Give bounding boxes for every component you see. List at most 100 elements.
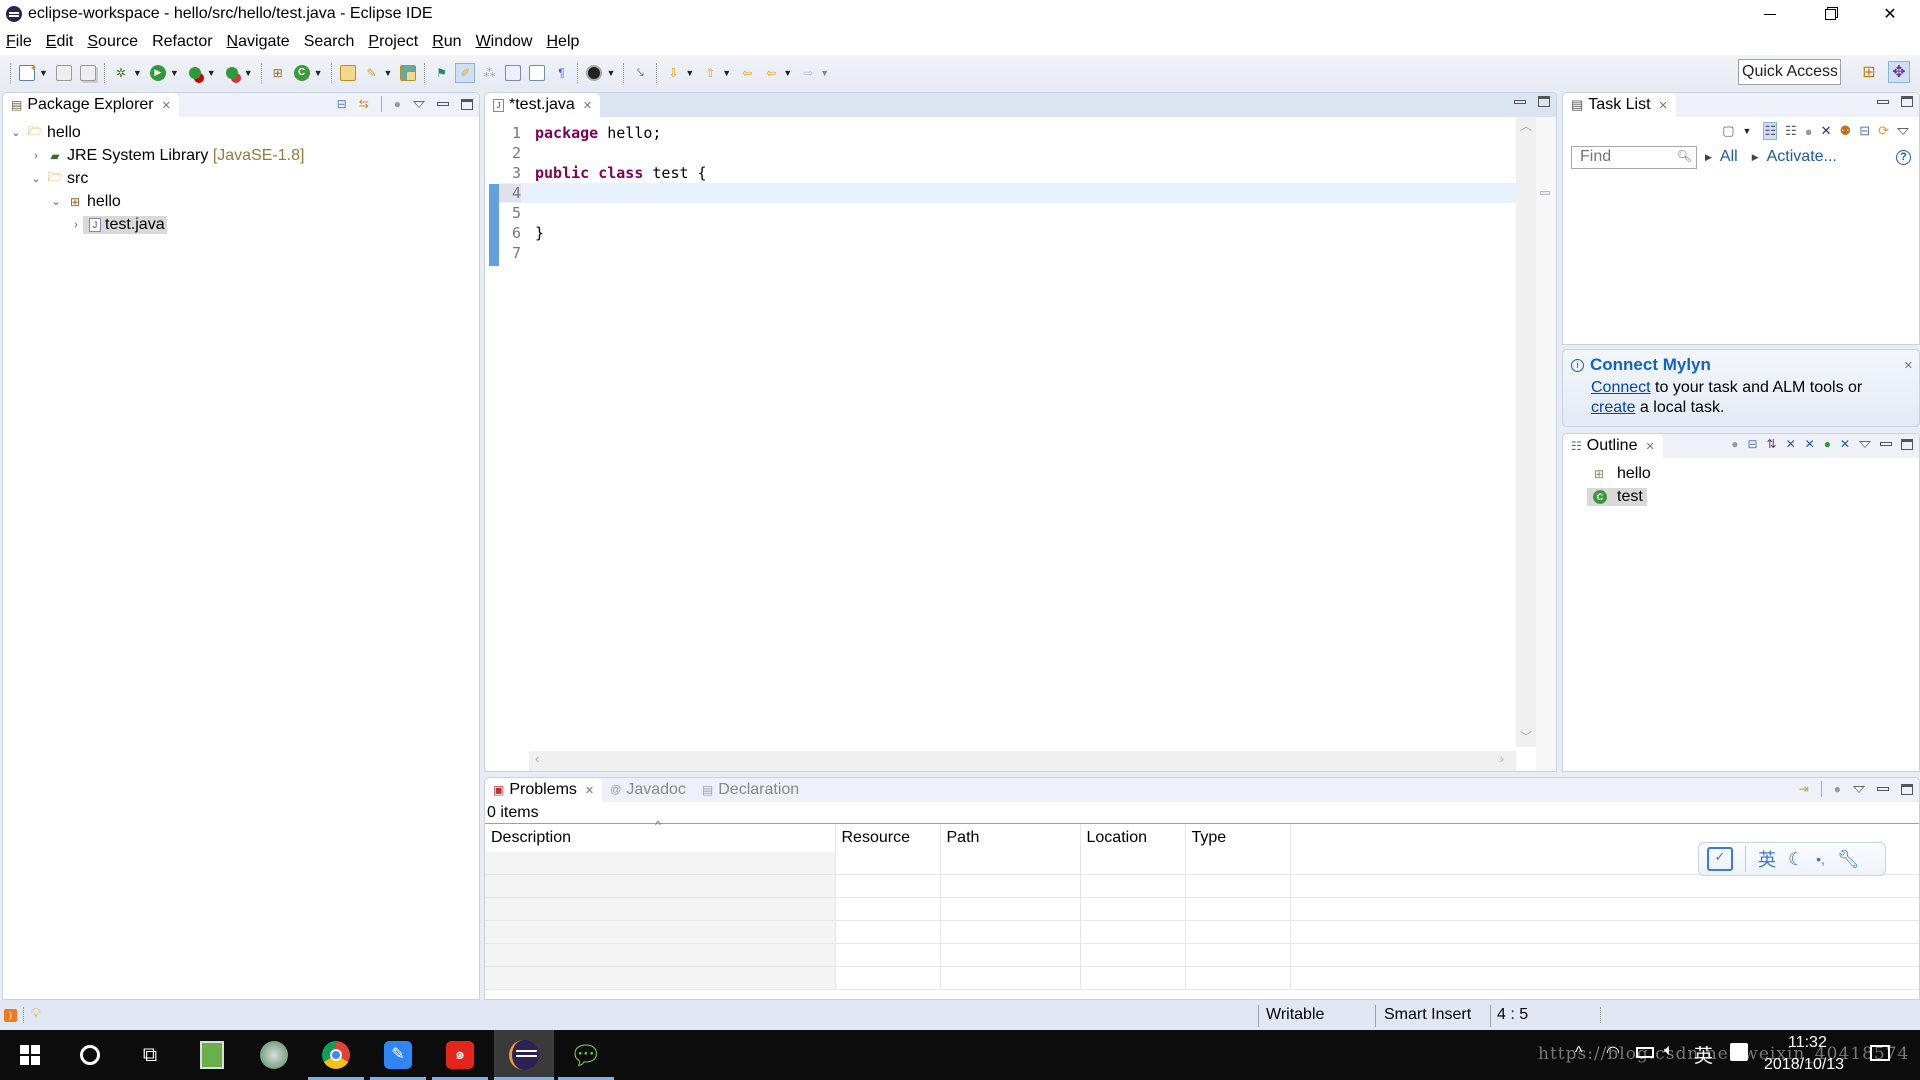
maximize-view-button[interactable] [1901, 438, 1913, 450]
previous-annotation-icon[interactable]: ⇧ [700, 63, 720, 83]
start-button[interactable] [0, 1030, 60, 1080]
tip-lightbulb-icon[interactable]: 💡︎ [31, 1005, 41, 1022]
chevron-right-icon[interactable]: › [29, 150, 43, 162]
menu-project[interactable]: Project [368, 33, 418, 51]
menu-source[interactable]: Source [87, 33, 138, 51]
hide-fields-icon[interactable]: ✕ [1786, 437, 1796, 451]
new-dropdown[interactable]: ▼ [39, 68, 48, 78]
focus-icon[interactable]: ● [1731, 437, 1738, 451]
tab-outline[interactable]: ☷ Outline ✕ [1563, 434, 1663, 458]
tab-test-java[interactable]: J *test.java ✕ [485, 93, 601, 117]
taskbar-app-wechat[interactable]: 💬︎ [556, 1030, 616, 1080]
activate-link[interactable]: Activate... [1767, 148, 1837, 166]
column-header-resource[interactable]: Resource [835, 824, 941, 852]
new-task-dropdown[interactable]: ▼ [1743, 126, 1752, 136]
ime-mode-icon[interactable]: ✓ [1707, 847, 1733, 871]
scroll-right-icon[interactable]: › [1500, 751, 1504, 766]
minimize-button[interactable] [1740, 0, 1800, 28]
ime-language-button[interactable]: 英 [1758, 846, 1776, 872]
scroll-down-icon[interactable]: ﹀ [1516, 728, 1536, 745]
toggle-mark-occurrences-icon[interactable]: ✐ [455, 62, 476, 83]
open-perspective-icon[interactable]: ⊞ [1858, 61, 1880, 83]
open-task-icon[interactable] [398, 63, 418, 83]
synchronize-icon[interactable]: ⟳ [1878, 123, 1889, 139]
new-java-package-icon[interactable]: ⊞ [268, 63, 288, 83]
menu-edit[interactable]: Edit [46, 33, 74, 51]
horizontal-scrollbar[interactable]: ‹ › [529, 751, 1516, 771]
tree-node-package-hello[interactable]: ⌄ ⊞ hello [3, 190, 479, 213]
code-line[interactable]: 2 [499, 143, 1522, 163]
help-icon[interactable]: ? [1896, 149, 1911, 165]
vertical-scrollbar[interactable]: ︿ ﹀ [1516, 117, 1536, 747]
menu-navigate[interactable]: Navigate [227, 33, 290, 51]
cortana-button[interactable] [60, 1030, 120, 1080]
collapse-all-icon[interactable]: ⊟ [1747, 437, 1757, 451]
taskbar-app-chrome[interactable] [306, 1030, 366, 1080]
column-header-type[interactable]: Type [1185, 824, 1291, 852]
clock-date[interactable]: 2018/10/13 [1764, 1056, 1844, 1074]
maximize-view-button[interactable] [1901, 783, 1913, 795]
maximize-view-button[interactable] [461, 98, 473, 110]
tree-node-project-hello[interactable]: ⌄ 🗁 hello [3, 121, 479, 144]
hide-non-public-icon[interactable]: ● [1824, 437, 1831, 451]
close-icon[interactable]: ✕ [1904, 359, 1913, 372]
column-header-description[interactable]: Description ^ [485, 818, 836, 852]
tree-node-src[interactable]: ⌄ 🗁 src [3, 167, 479, 190]
menu-window[interactable]: Window [476, 33, 533, 51]
new-java-class-icon[interactable]: C [292, 63, 312, 83]
restore-button[interactable] [1800, 0, 1860, 28]
quick-access-input[interactable] [1738, 59, 1841, 85]
show-my-tasks-icon[interactable]: ⚉ [1840, 123, 1852, 139]
chevron-down-icon[interactable]: ⌄ [9, 126, 23, 139]
sort-icon[interactable]: ⇅ [1767, 437, 1777, 451]
coverage-icon[interactable] [185, 63, 205, 83]
volume-icon[interactable]: 🔈︎ [1664, 1042, 1674, 1060]
close-tab-icon[interactable]: ✕ [162, 99, 171, 112]
java-perspective-icon[interactable]: ✥ [1888, 61, 1910, 83]
user-icon[interactable] [584, 63, 604, 83]
column-header-path[interactable]: Path [940, 824, 1081, 852]
close-tab-icon[interactable]: ✕ [585, 784, 594, 797]
open-type-icon[interactable] [338, 63, 358, 83]
forward-icon[interactable]: ⇨ [798, 63, 818, 83]
table-row[interactable] [485, 943, 1919, 967]
taskbar-app-netease-music[interactable]: ๑ [430, 1030, 490, 1080]
wifi-icon[interactable]: ◠ [1606, 1042, 1620, 1062]
focus-icon[interactable]: ● [1834, 782, 1841, 796]
maximize-view-button[interactable] [1901, 96, 1913, 107]
toggle-ant-editor-icon[interactable]: ⚑ [431, 63, 451, 83]
scheduled-icon[interactable]: ☷ [1785, 123, 1797, 139]
outline-item-class[interactable]: C test [1587, 485, 1919, 508]
link-with-editor-icon[interactable]: ⇆ [359, 97, 369, 111]
find-input[interactable] [1572, 146, 1672, 168]
minimize-view-button[interactable] [1880, 442, 1892, 446]
ime-fullwidth-icon[interactable]: ☾ [1788, 849, 1804, 870]
view-menu-icon[interactable] [1897, 127, 1909, 135]
menu-refactor[interactable]: Refactor [152, 33, 212, 51]
taskbar-app-feishu[interactable]: ✎ [368, 1030, 428, 1080]
minimize-view-button[interactable] [437, 102, 449, 106]
close-tab-icon[interactable]: ✕ [1645, 440, 1654, 453]
configure-contents-icon[interactable]: ⇥ [1799, 782, 1809, 796]
debug-icon[interactable]: ✲ [111, 63, 131, 83]
all-link[interactable]: All [1720, 148, 1738, 166]
close-tab-icon[interactable]: ✕ [1659, 99, 1668, 112]
show-whitespace-icon[interactable] [503, 63, 523, 83]
menu-search[interactable]: Search [304, 33, 355, 51]
code-line[interactable]: 1 package hello; [499, 123, 1522, 143]
run-icon[interactable]: ▶ [148, 63, 168, 83]
create-link[interactable]: create [1591, 399, 1635, 416]
tab-problems[interactable]: ▣ Problems ✕ [485, 778, 603, 802]
ime-punctuation-icon[interactable]: •, [1816, 851, 1825, 867]
collapse-all-icon[interactable]: ⊟ [337, 97, 347, 111]
next-annotation-icon[interactable]: ⇩ [663, 63, 683, 83]
view-menu-icon[interactable] [413, 100, 425, 108]
view-menu-icon[interactable] [1853, 785, 1865, 793]
filters-icon[interactable]: ● [394, 97, 401, 111]
search-icon[interactable]: ✎ [362, 63, 382, 83]
chevron-right-icon[interactable]: › [69, 219, 83, 231]
insert-mode-status[interactable]: Smart Insert [1384, 1006, 1471, 1024]
external-tools-dropdown[interactable]: ▼ [244, 68, 253, 78]
scroll-up-icon[interactable]: ︿ [1516, 117, 1536, 134]
notifications-icon[interactable] [1870, 1045, 1890, 1061]
